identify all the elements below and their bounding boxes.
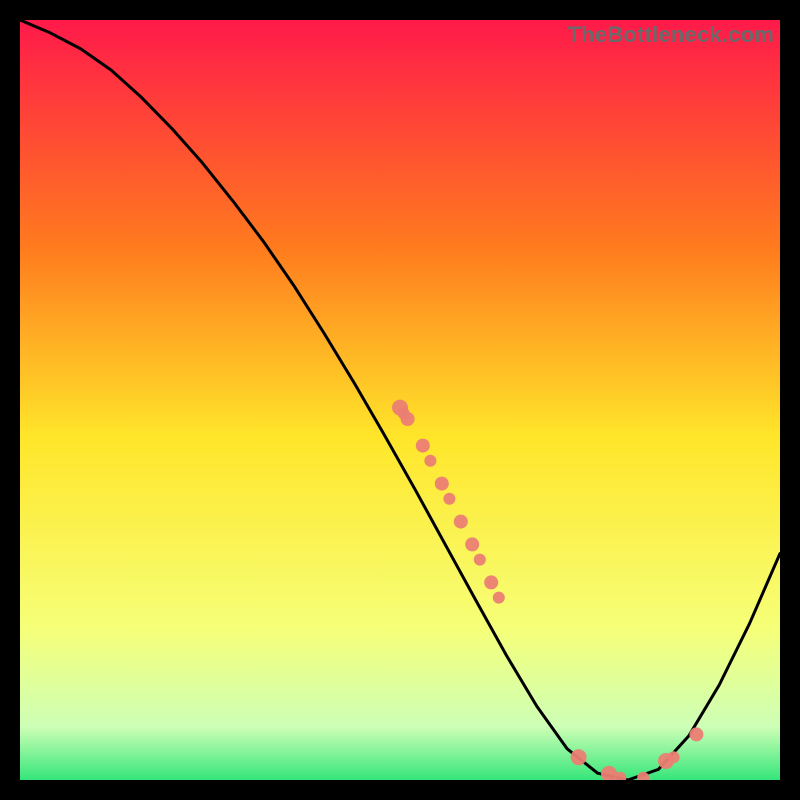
- data-marker: [435, 477, 449, 491]
- chart-canvas: [20, 20, 780, 780]
- data-marker: [484, 575, 498, 589]
- data-marker: [474, 554, 486, 566]
- data-marker: [465, 537, 479, 551]
- data-marker: [668, 751, 680, 763]
- data-marker: [416, 439, 430, 453]
- data-marker: [571, 749, 587, 765]
- data-marker: [454, 515, 468, 529]
- watermark-label: TheBottleneck.com: [568, 22, 774, 48]
- data-marker: [689, 727, 703, 741]
- chart-frame: TheBottleneck.com: [20, 20, 780, 780]
- data-marker: [493, 592, 505, 604]
- data-marker: [443, 493, 455, 505]
- data-marker: [401, 412, 415, 426]
- data-marker: [424, 455, 436, 467]
